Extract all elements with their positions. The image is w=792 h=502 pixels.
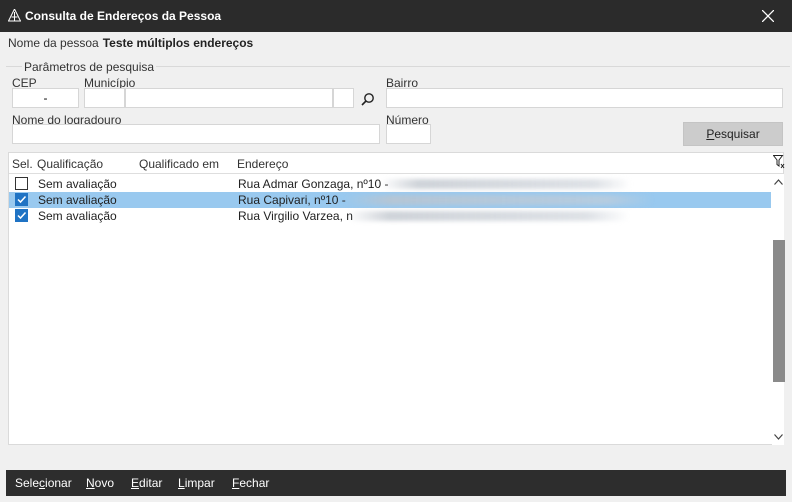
row-qualificacao: Sem avaliação <box>38 209 117 223</box>
limpar-button[interactable]: Limpar <box>178 476 215 490</box>
address-grid[interactable]: Sel. Qualificação Qualificado em Endereç… <box>8 152 785 445</box>
filter-button[interactable] <box>772 155 785 172</box>
logradouro-input[interactable] <box>12 124 380 144</box>
numero-input[interactable] <box>386 124 431 144</box>
checkmark-icon <box>17 211 27 220</box>
municipio-code-input[interactable] <box>84 88 125 108</box>
close-button[interactable] <box>744 0 792 32</box>
footer-toolbar: Selecionar Novo Editar Limpar Fechar <box>6 470 786 496</box>
person-info: Nome da pessoa Teste múltiplos endereços <box>8 36 253 50</box>
search-params-legend: Parâmetros de pesquisa <box>22 60 157 74</box>
vertical-scrollbar[interactable] <box>772 174 785 445</box>
row-endereco: Rua Capivari, nº10 - <box>238 193 346 207</box>
column-header-sel[interactable]: Sel. <box>12 157 33 171</box>
column-header-qualificacao[interactable]: Qualificação <box>37 157 103 171</box>
scroll-thumb[interactable] <box>773 240 785 382</box>
table-row[interactable]: Sem avaliação Rua Capivari, nº10 - <box>9 192 771 208</box>
municipio-name-input[interactable] <box>125 88 333 108</box>
row-endereco: Rua Admar Gonzaga, nº10 - <box>238 177 389 191</box>
row-qualificacao: Sem avaliação <box>38 177 117 191</box>
person-label: Nome da pessoa <box>8 36 99 50</box>
row-endereco: Rua Virgilio Varzea, n <box>238 209 353 223</box>
chevron-up-icon <box>773 179 783 185</box>
search-icon <box>361 93 374 106</box>
checkmark-icon <box>17 195 27 204</box>
row-checkbox[interactable] <box>15 177 28 190</box>
redacted-text <box>381 179 631 189</box>
table-row[interactable]: Sem avaliação Rua Admar Gonzaga, nº10 - <box>9 176 771 192</box>
fechar-button[interactable]: Fechar <box>232 476 269 490</box>
municipio-search-button[interactable] <box>356 90 380 108</box>
municipio-uf-input[interactable] <box>333 88 354 108</box>
novo-button[interactable]: Novo <box>86 476 114 490</box>
redacted-text <box>347 211 629 221</box>
row-checkbox[interactable] <box>15 193 28 206</box>
bairro-input[interactable] <box>386 88 783 108</box>
column-header-endereco[interactable]: Endereço <box>237 157 288 171</box>
filter-icon <box>772 155 785 169</box>
selecionar-button[interactable]: Selecionar <box>15 476 72 490</box>
row-checkbox[interactable] <box>15 209 28 222</box>
search-button[interactable]: Pesquisar <box>683 122 783 146</box>
title-bar: Consulta de Endereços da Pessoa <box>0 0 792 32</box>
close-icon <box>762 10 774 22</box>
cep-input[interactable] <box>12 88 79 108</box>
grid-header: Sel. Qualificação Qualificado em Endereç… <box>9 153 785 174</box>
scroll-up-button[interactable] <box>773 176 783 188</box>
column-header-qualificado-em[interactable]: Qualificado em <box>139 157 219 171</box>
editar-button[interactable]: Editar <box>131 476 162 490</box>
search-button-label: Pesquisar <box>706 127 760 141</box>
window-title: Consulta de Endereços da Pessoa <box>25 9 222 23</box>
app-logo-icon <box>8 9 21 22</box>
row-qualificacao: Sem avaliação <box>38 193 117 207</box>
person-name: Teste múltiplos endereços <box>102 36 254 50</box>
table-row[interactable]: Sem avaliação Rua Virgilio Varzea, n <box>9 208 771 224</box>
redacted-text <box>344 195 654 205</box>
scroll-down-button[interactable] <box>773 431 783 443</box>
chevron-down-icon <box>773 434 783 440</box>
